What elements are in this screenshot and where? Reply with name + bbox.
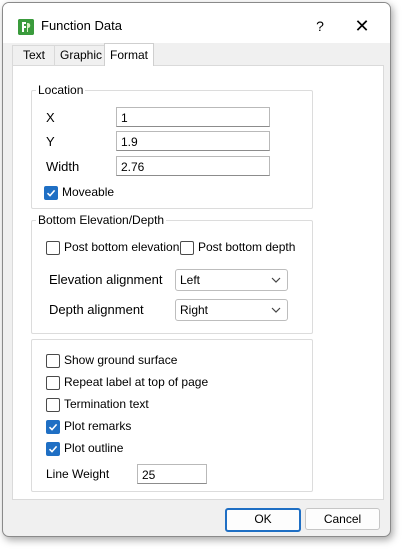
depth-alignment-label: Depth alignment (49, 302, 144, 317)
chevron-down-icon (271, 307, 281, 313)
y-label: Y (46, 134, 55, 149)
plot-remarks-label: Plot remarks (64, 419, 132, 433)
x-label: X (46, 110, 55, 125)
show-ground-surface-label: Show ground surface (64, 353, 178, 367)
location-group: Location X 1 Y 1.9 Width 2.76 Moveable (31, 83, 313, 209)
location-legend: Location (36, 83, 86, 97)
chevron-down-icon (271, 277, 281, 283)
title-bar: Function Data ? ✕ (3, 3, 390, 43)
plot-outline-label: Plot outline (64, 441, 124, 455)
cancel-button[interactable]: Cancel (305, 508, 380, 530)
bottom-elevation-group: Bottom Elevation/Depth Post bottom eleva… (31, 213, 313, 334)
close-button[interactable]: ✕ (350, 14, 374, 38)
tab-strip: Text Graphic Format (12, 43, 382, 66)
moveable-check-icon (44, 186, 58, 200)
function-data-dialog: Function Data ? ✕ Text Graphic Format Lo… (2, 2, 391, 537)
tab-text[interactable]: Text (12, 45, 56, 65)
elevation-alignment-value: Left (180, 273, 201, 287)
options-group: Show ground surface Repeat label at top … (31, 339, 313, 492)
line-weight-label: Line Weight (46, 467, 110, 481)
window-title: Function Data (41, 18, 122, 33)
termination-text-label: Termination text (64, 397, 149, 411)
elevation-alignment-select[interactable]: Left (175, 269, 288, 291)
tab-format[interactable]: Format (104, 43, 154, 66)
show-ground-surface-box (46, 354, 60, 368)
post-bottom-depth-box (180, 241, 194, 255)
format-tab-page: Location X 1 Y 1.9 Width 2.76 Moveable B… (12, 65, 384, 500)
depth-alignment-value: Right (180, 303, 209, 317)
x-input[interactable]: 1 (116, 107, 270, 127)
repeat-label-box (46, 376, 60, 390)
post-bottom-elevation-label: Post bottom elevation (64, 240, 180, 254)
plot-outline-check-icon (46, 442, 60, 456)
post-bottom-depth-label: Post bottom depth (198, 240, 296, 254)
termination-text-box (46, 398, 60, 412)
elevation-alignment-label: Elevation alignment (49, 272, 163, 287)
line-weight-input[interactable]: 25 (137, 464, 207, 484)
width-label: Width (46, 159, 80, 174)
width-input[interactable]: 2.76 (116, 156, 270, 176)
bottom-elevation-legend: Bottom Elevation/Depth (36, 213, 167, 227)
plot-remarks-check-icon (46, 420, 60, 434)
depth-alignment-select[interactable]: Right (175, 299, 288, 321)
post-bottom-elevation-box (46, 241, 60, 255)
repeat-label-label: Repeat label at top of page (64, 375, 209, 389)
tab-graphic[interactable]: Graphic (54, 45, 108, 65)
app-icon (18, 19, 34, 35)
y-input[interactable]: 1.9 (116, 131, 270, 151)
help-button[interactable]: ? (308, 14, 332, 38)
moveable-label: Moveable (62, 185, 115, 199)
ok-button[interactable]: OK (225, 508, 301, 532)
